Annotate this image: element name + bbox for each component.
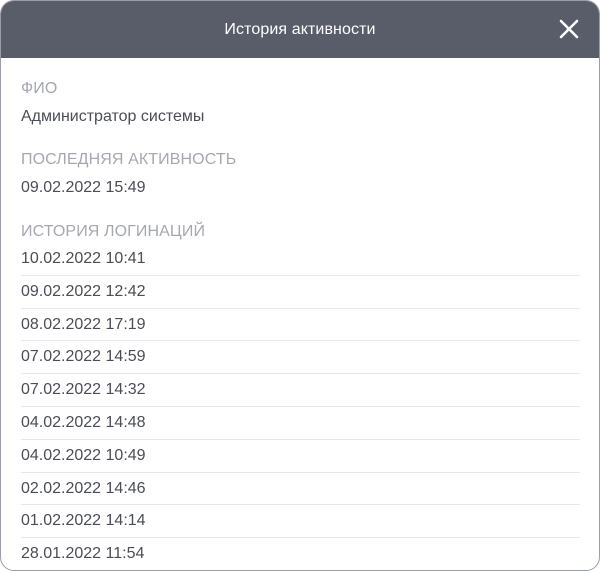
dialog-title: История активности (224, 20, 376, 38)
login-history-item: 04.02.2022 14:48 (21, 407, 580, 440)
last-activity-label: ПОСЛЕДНЯЯ АКТИВНОСТЬ (21, 151, 237, 168)
login-history-item: 28.01.2022 11:54 (21, 538, 580, 570)
dialog-header: История активности (1, 1, 599, 58)
login-history-list[interactable]: 10.02.2022 10:41 09.02.2022 12:42 08.02.… (21, 243, 580, 570)
fio-value: Администратор системы (21, 108, 205, 125)
login-history-item: 10.02.2022 10:41 (21, 243, 580, 276)
last-activity-value: 09.02.2022 15:49 (21, 179, 146, 196)
close-icon (559, 19, 579, 39)
login-history-item: 02.02.2022 14:46 (21, 473, 580, 506)
login-history-item: 09.02.2022 12:42 (21, 276, 580, 309)
login-history-label: ИСТОРИЯ ЛОГИНАЦИЙ (21, 223, 206, 240)
login-history-item: 07.02.2022 14:59 (21, 341, 580, 375)
fio-label: ФИО (21, 80, 58, 97)
login-history-item: 08.02.2022 17:19 (21, 309, 580, 342)
login-history-item: 01.02.2022 14:14 (21, 505, 580, 539)
login-history-item: 04.02.2022 10:49 (21, 440, 580, 473)
dialog-body: ФИО Администратор системы ПОСЛЕДНЯЯ АКТИ… (1, 58, 599, 570)
login-history-item: 07.02.2022 14:32 (21, 374, 580, 407)
activity-history-dialog: История активности ФИО Администратор сис… (0, 0, 600, 571)
close-button[interactable] (558, 18, 580, 40)
